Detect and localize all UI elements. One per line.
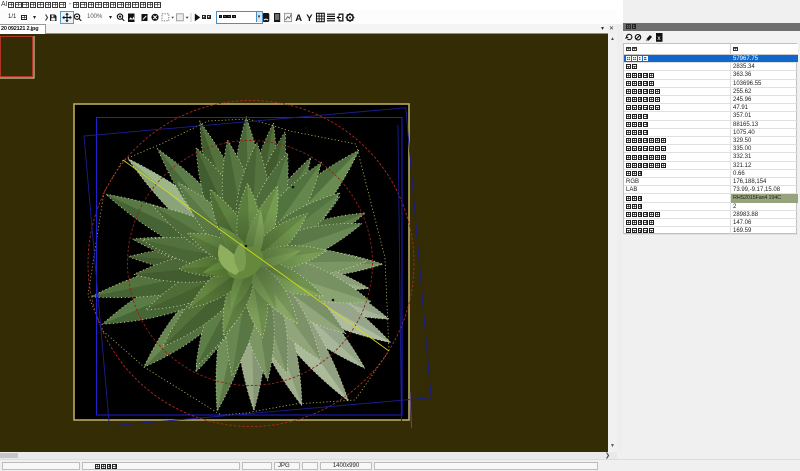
- svg-text:A: A: [295, 13, 302, 24]
- svg-text:Y: Y: [306, 13, 313, 24]
